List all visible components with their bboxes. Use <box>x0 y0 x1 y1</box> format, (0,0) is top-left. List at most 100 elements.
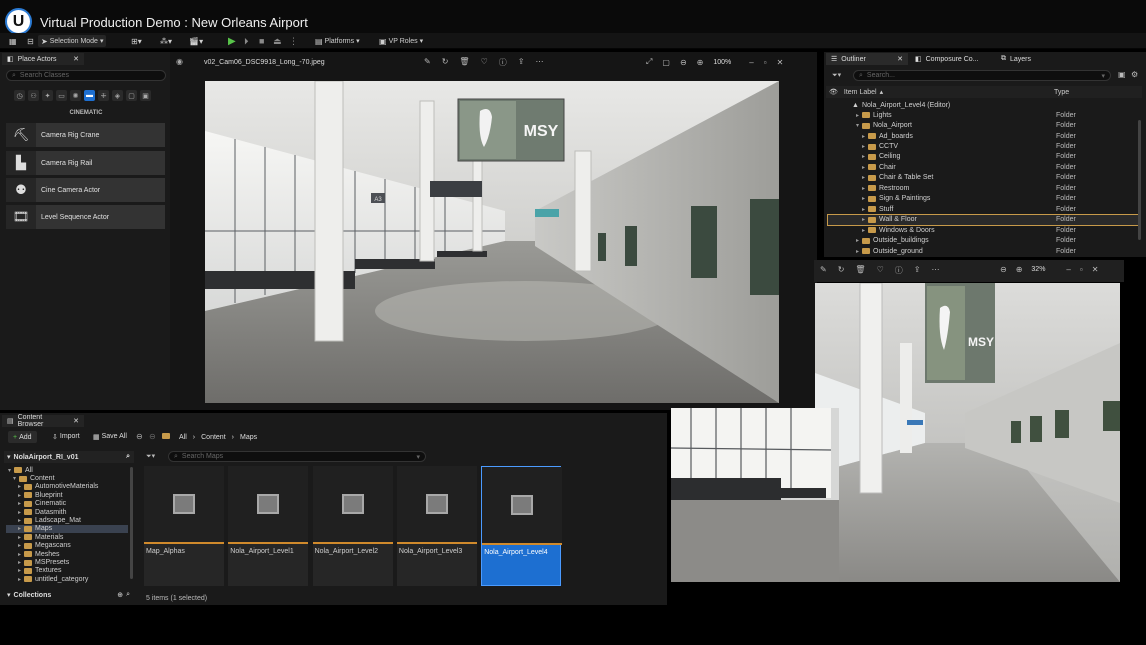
folder-tree-item[interactable]: ▸ Maps <box>6 524 128 534</box>
add-collection-icon[interactable]: ⊕ <box>117 591 123 599</box>
fullscreen-icon[interactable]: ⤢ <box>646 57 652 67</box>
filter-icon[interactable]: ⏷▾ <box>832 71 841 80</box>
viewer-menu-icon[interactable]: ◉ <box>176 57 183 66</box>
favorite-icon[interactable]: ♡ <box>877 265 884 276</box>
cinematic-icon[interactable]: ▬ <box>84 90 95 101</box>
all-classes-icon[interactable]: ▢ <box>126 90 137 101</box>
outliner-root-row[interactable]: ▲ Nola_Airport_Level4 (Editor) <box>828 100 1138 110</box>
cinematics-button[interactable]: 🎬︎▾ <box>186 35 206 47</box>
step-button[interactable]: ⏵ <box>241 35 252 47</box>
basic-icon[interactable]: ⚇ <box>28 90 39 101</box>
forward-icon[interactable]: ⊖ <box>149 432 156 441</box>
close-icon[interactable]: ✕ <box>897 55 903 63</box>
add-button[interactable]: + Add <box>8 431 37 443</box>
folder-tree-item[interactable]: ▸ Cinematic <box>6 500 128 508</box>
folder-tree-item[interactable]: ▸ Blueprint <box>6 491 128 499</box>
eject-button[interactable]: ⏏ <box>270 35 285 47</box>
volumes-icon[interactable]: ⁜ <box>98 90 109 101</box>
place-actor-item[interactable]: ▙ Camera Rig Rail <box>6 151 165 175</box>
outliner-row[interactable]: ▸ CCTV Folder <box>828 141 1138 151</box>
outliner-row[interactable]: ▸ Lights Folder <box>828 110 1138 120</box>
more-options-icon[interactable]: ⋮ <box>286 35 301 47</box>
maximize-icon[interactable]: ▫ <box>764 58 767 67</box>
outliner-row[interactable]: ▸ Ad_boards Folder <box>828 131 1138 141</box>
info-icon[interactable]: ⓘ <box>895 265 903 276</box>
add-actor-button[interactable]: ⊞▾ <box>128 35 145 47</box>
tree-scrollbar[interactable] <box>130 467 133 579</box>
asset-tile[interactable]: Nola_Airport_Level3 <box>396 466 477 586</box>
edit-icon[interactable]: ✎ <box>424 57 431 68</box>
asset-tile[interactable]: Map_Alphas <box>144 466 224 586</box>
search-classes-input[interactable]: ⌕ Search Classes <box>6 70 166 81</box>
filter-icon[interactable]: ⏷▾ <box>146 452 155 461</box>
edit-icon[interactable]: ✎ <box>820 265 827 276</box>
folder-tree-item[interactable]: ▸ Megascans <box>6 542 128 550</box>
folder-tree-item[interactable]: ▸ MSPresets <box>6 558 128 566</box>
col-type[interactable]: Type <box>1054 89 1069 96</box>
blueprint-button[interactable]: ⁂▾ <box>157 35 175 47</box>
export-icon[interactable]: ⇪ <box>914 265 921 276</box>
platforms-button[interactable]: ▤ Platforms ▾ <box>312 35 363 47</box>
search-icon[interactable]: ⌕ <box>126 591 130 599</box>
zoom-out-icon[interactable]: ⊖ <box>1000 265 1007 274</box>
maximize-icon[interactable]: ▫ <box>1080 265 1083 274</box>
vp-roles-button[interactable]: ▣ VP Roles ▾ <box>376 35 426 47</box>
outliner-row[interactable]: ▸ Stuff Folder <box>828 204 1138 214</box>
info-icon[interactable]: ⓘ <box>499 57 507 68</box>
more-icon[interactable]: ⋯ <box>931 265 939 276</box>
folder-tree-item[interactable]: ▾ Content <box>6 474 128 482</box>
folder-tree-item[interactable]: ▸ Meshes <box>6 550 128 558</box>
folder-tree-item[interactable]: ▾ All <box>6 466 128 474</box>
outliner-row[interactable]: ▸ Restroom Folder <box>828 183 1138 193</box>
geometry-icon[interactable]: ◈ <box>112 90 123 101</box>
close-icon[interactable]: ✕ <box>777 58 784 67</box>
tab-content-browser[interactable]: ▤ Content Browser ✕ <box>2 414 84 428</box>
breadcrumb-maps[interactable]: Maps <box>240 434 257 441</box>
asset-tile[interactable]: Nola_Airport_Level4 <box>481 466 563 586</box>
stop-button[interactable]: ■ <box>256 35 267 47</box>
unreal-logo-icon[interactable]: U <box>5 8 32 35</box>
outliner-row[interactable]: ▸ Ceiling Folder <box>828 152 1138 162</box>
zoom-in-icon[interactable]: ⊕ <box>1016 265 1023 274</box>
place-actor-item[interactable]: ⛏ Camera Rig Crane <box>6 123 165 147</box>
folder-tree-item[interactable]: ▸ Textures <box>6 567 128 575</box>
search-maps-input[interactable]: ⌕ Search Maps ▾ <box>168 451 426 462</box>
asset-tile[interactable]: Nola_Airport_Level1 <box>228 466 309 586</box>
more-icon[interactable]: ⋯ <box>535 57 543 68</box>
folder-tree-item[interactable]: ▸ untitled_category <box>6 575 128 583</box>
asset-tile[interactable]: Nola_Airport_Level2 <box>312 466 393 586</box>
fit-icon[interactable]: ▢ <box>662 58 670 67</box>
shapes-icon[interactable]: ▭ <box>56 90 67 101</box>
place-actor-item[interactable]: ⚉ Cine Camera Actor <box>6 178 165 202</box>
place-actor-item[interactable]: 🎞︎ Level Sequence Actor <box>6 205 165 229</box>
lights-icon[interactable]: ✦ <box>42 90 53 101</box>
outliner-scrollbar[interactable] <box>1138 120 1141 240</box>
outliner-search-input[interactable]: ⌕ Search... ▾ <box>853 70 1111 81</box>
tab-layers[interactable]: ⧉ Layers <box>996 53 1056 65</box>
project-header[interactable]: ▾ NolaAirport_RI_v01 ⌕ <box>4 451 134 463</box>
recent-icon[interactable]: ◷ <box>14 90 25 101</box>
outliner-row[interactable]: ▸ Windows & Doors Folder <box>828 225 1138 235</box>
outliner-row[interactable]: ▾ Nola_Airport Folder <box>828 120 1138 130</box>
outliner-row[interactable]: ▸ Outside_buildings Folder <box>828 235 1138 245</box>
breadcrumb-all[interactable]: All <box>179 434 187 441</box>
save-icon[interactable]: ▦ <box>6 35 20 47</box>
delete-icon[interactable]: 🗑︎ <box>459 57 469 68</box>
breadcrumb-content[interactable]: Content <box>201 434 226 441</box>
selection-mode-button[interactable]: ➤ Selection Mode ▾ <box>38 35 107 47</box>
collections-header[interactable]: ▾ Collections ⊕ ⌕ <box>4 589 134 601</box>
minimize-icon[interactable]: – <box>1066 265 1070 274</box>
favorite-icon[interactable]: ♡ <box>481 57 488 68</box>
folder-tree-item[interactable]: ▸ Datasmith <box>6 508 128 516</box>
close-icon[interactable]: ✕ <box>73 417 79 425</box>
tab-composure[interactable]: ◧ Composure Co... <box>910 53 992 65</box>
minimize-icon[interactable]: – <box>749 58 753 67</box>
outliner-row[interactable]: ▸ Sign & Paintings Folder <box>828 194 1138 204</box>
tab-outliner[interactable]: ☰ Outliner ✕ <box>826 53 908 65</box>
reload-icon[interactable]: ↻ <box>838 265 845 276</box>
add-folder-icon[interactable]: ▣ <box>1118 70 1126 79</box>
zoom-out-icon[interactable]: ⊖ <box>680 58 687 67</box>
save-all-button[interactable]: ▦ Save All <box>93 433 127 441</box>
gear-icon[interactable]: ⚙ <box>1131 70 1138 79</box>
folder-tree-item[interactable]: ▸ Materials <box>6 533 128 541</box>
